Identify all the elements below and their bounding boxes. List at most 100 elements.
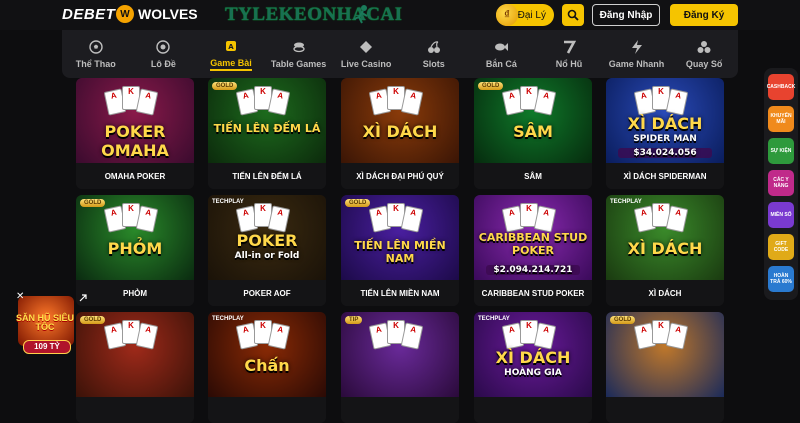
game-thumbnail: A K A GOLD TIẾN LÊN MIỀN NAM	[341, 195, 459, 280]
provider-badge: TIP	[345, 316, 363, 324]
nav-item[interactable]: Live Casino	[332, 30, 400, 78]
watermark-text: TYLEKEONHACAI	[225, 4, 403, 25]
nav-item-label: Game Bài	[210, 58, 252, 71]
diamond-icon	[358, 39, 374, 55]
game-title-art: XÌ DÁCH	[627, 114, 703, 133]
nav-item[interactable]: Table Games	[265, 30, 333, 78]
game-card[interactable]: A K A TIP	[341, 312, 459, 423]
game-card[interactable]: A K A GOLD	[76, 312, 194, 423]
game-card[interactable]: A K A TECHPLAY POKER All-in or Fold POKER AOF	[208, 195, 326, 306]
search-button[interactable]	[562, 4, 584, 26]
game-label: TIẾN LÊN MIỀN NAM	[341, 280, 459, 306]
game-thumbnail: A K A TECHPLAY XÌ DÁCH HOÀNG GIA	[474, 312, 592, 397]
playing-card-icon: A	[135, 88, 159, 116]
nav-item-label: Live Casino	[340, 59, 392, 69]
nav-item-label: Quay Số	[685, 59, 723, 69]
promo-rail-item[interactable]: CASHBACK	[767, 74, 795, 100]
playing-card-icon: A	[267, 322, 291, 350]
close-icon[interactable]: ✕	[16, 292, 26, 302]
provider-badge: GOLD	[345, 199, 371, 207]
nav-item[interactable]: Slots	[400, 30, 468, 78]
provider-badge: GOLD	[610, 316, 636, 324]
promo-rail-item[interactable]: SỰ KIỆN	[768, 138, 794, 164]
game-thumbnail: A K A TECHPLAY POKER All-in or Fold	[208, 195, 326, 280]
game-card[interactable]: A K A GOLD	[606, 312, 724, 423]
playing-card-icon: A	[665, 205, 689, 233]
game-card[interactable]: A K A XÌ DÁCH SPIDER MAN $34.024.056 XÌ DÁCH S…	[606, 78, 724, 189]
game-thumbnail: A K A GOLD	[606, 312, 724, 397]
nav-item-label: Lô Đề	[150, 59, 176, 69]
game-title-art: Chấn	[244, 356, 290, 375]
game-card[interactable]: A K A POKER OMAHA OMAHA POKER	[76, 78, 194, 189]
game-card[interactable]: A K A GOLD SÂM SÂM	[474, 78, 592, 189]
game-title-art: TIẾN LÊN MIỀN NAM	[354, 239, 446, 265]
game-thumbnail: A K A XÌ DÁCH	[341, 78, 459, 163]
promo-rail: CASHBACK KHUYẾN MÃI SỰ KIỆN CÁC Y NÀNG MIỀN …	[764, 68, 798, 300]
promo-rail-item[interactable]: CÁC Y NÀNG	[768, 170, 794, 196]
nav-item-label: Bắn Cá	[485, 59, 517, 69]
game-thumbnail: A K A POKER OMAHA	[76, 78, 194, 163]
floating-promo[interactable]: ✕ SĂN HŨ SIÊU TỐC 109 TỶ	[14, 292, 87, 358]
jackpot-amount: $34.024.056	[618, 148, 712, 158]
nav-item[interactable]: Quay Số	[670, 30, 738, 78]
game-label: POKER AOF	[208, 280, 326, 306]
game-card[interactable]: A K A GOLD TIẾN LÊN MIỀN NAM TIẾN LÊN MIỀN NA…	[341, 195, 459, 306]
game-title-art: XÌ DÁCH	[495, 348, 571, 367]
site-logo[interactable]: DEBET	[62, 6, 115, 23]
game-card[interactable]: A K A CARIBBEAN STUD POKER $2.094.214.721 CAR…	[474, 195, 592, 306]
promo-title: SĂN HŨ SIÊU TỐC	[15, 313, 74, 332]
nav-item[interactable]: Lô Đề	[130, 30, 198, 78]
agent-button[interactable]: ₫ Đại Lý	[496, 4, 554, 26]
game-label	[606, 397, 724, 423]
promo-rail-item[interactable]: MIỀN SỐ	[768, 202, 794, 228]
player-icon	[353, 5, 368, 24]
provider-badge: GOLD	[212, 82, 238, 90]
nav-item[interactable]: A Game Bài	[197, 30, 265, 78]
register-button[interactable]: Đăng Ký	[670, 4, 738, 26]
wolf-icon: W	[116, 5, 134, 23]
nav-item[interactable]: Thể Thao	[62, 30, 130, 78]
promo-rail-item[interactable]: GIFT CODE	[768, 234, 794, 260]
game-thumbnail: A K A CARIBBEAN STUD POKER $2.094.214.721	[474, 195, 592, 280]
provider-badge: GOLD	[80, 199, 106, 207]
game-title-art: POKER	[236, 231, 298, 250]
game-title-art: SÂM	[513, 122, 553, 141]
game-card[interactable]: A K A TECHPLAY XÌ DÁCH HOÀNG GIA	[474, 312, 592, 423]
playing-card-icon: A	[533, 205, 557, 233]
game-card[interactable]: A K A GOLD PHỎM PHỎM	[76, 195, 194, 306]
game-label: SÂM	[474, 163, 592, 189]
balls-icon	[696, 39, 712, 55]
promo-rail-item[interactable]: KHUYẾN MÃI	[768, 106, 794, 132]
playing-card-icon: A	[533, 322, 557, 350]
game-title-art: CARIBBEAN STUD POKER	[478, 231, 588, 257]
soccer-ball-icon	[88, 39, 104, 55]
game-label	[76, 397, 194, 423]
game-label: PHỎM	[76, 280, 194, 306]
playing-card-icon: A	[533, 88, 557, 116]
svg-text:A: A	[228, 43, 234, 51]
nav-item-label: Slots	[422, 59, 445, 69]
game-title-art: PHỎM	[107, 239, 163, 258]
category-nav: Thể Thao Lô Đề A Game Bài Table Games Live Ca…	[62, 30, 738, 78]
nav-item[interactable]: Bắn Cá	[468, 30, 536, 78]
game-card[interactable]: A K A TECHPLAY Chấn	[208, 312, 326, 423]
game-label: XÌ DÁCH	[606, 280, 724, 306]
nav-item[interactable]: Nổ Hũ	[535, 30, 603, 78]
game-thumbnail: A K A GOLD	[76, 312, 194, 397]
playing-card-icon: A	[400, 88, 424, 116]
expand-icon[interactable]	[78, 293, 88, 303]
top-header: DEBET W WOLVES TYLEKEONHACAI ₫ Đại Lý Đă…	[0, 0, 800, 30]
game-card[interactable]: A K A XÌ DÁCH XÌ DÁCH ĐẠI PHÚ QUÝ	[341, 78, 459, 189]
game-label	[208, 397, 326, 423]
game-thumbnail: A K A GOLD TIẾN LÊN ĐẾM LÁ	[208, 78, 326, 163]
game-title-art: TIẾN LÊN ĐẾM LÁ	[213, 122, 321, 135]
game-card[interactable]: A K A GOLD TIẾN LÊN ĐẾM LÁ TIẾN LÊN ĐẾM LÁ	[208, 78, 326, 189]
provider-badge: TECHPLAY	[478, 316, 510, 322]
provider-badge: TECHPLAY	[610, 199, 642, 205]
nav-item[interactable]: Game Nhanh	[603, 30, 671, 78]
lightning-icon	[629, 39, 645, 55]
login-button[interactable]: Đăng Nhập	[592, 4, 660, 26]
promo-rail-item[interactable]: HOÀN TRẢ 60%	[768, 266, 794, 292]
game-card[interactable]: A K A TECHPLAY XÌ DÁCH XÌ DÁCH	[606, 195, 724, 306]
playing-card-icon: A	[135, 205, 159, 233]
